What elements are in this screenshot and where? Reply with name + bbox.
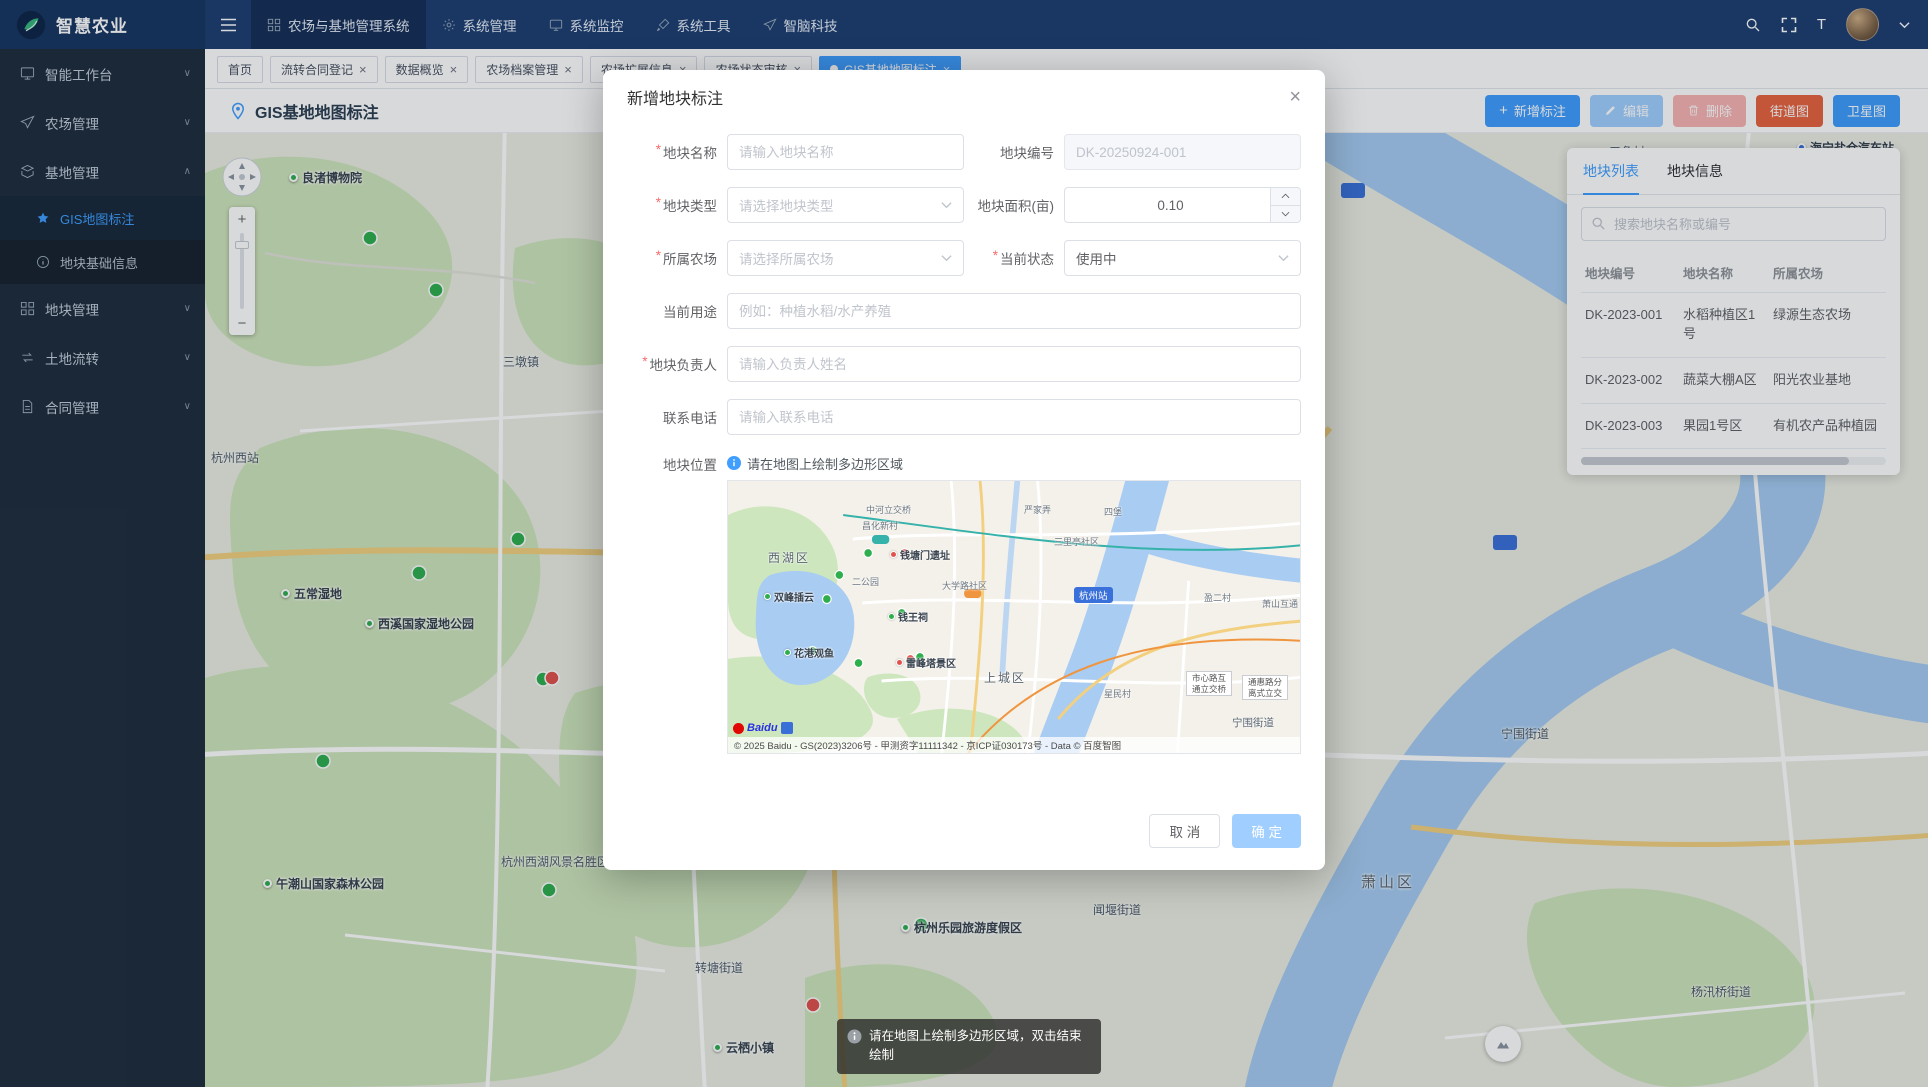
location-hint: 请在地图上绘制多边形区域 bbox=[727, 452, 1301, 474]
status-select[interactable]: 使用中 bbox=[1064, 240, 1301, 276]
location-field: 请在地图上绘制多边形区域 bbox=[727, 452, 1301, 754]
map-label: 大学路社区 bbox=[942, 579, 987, 592]
map-label: 钱王祠 bbox=[888, 609, 928, 624]
info-icon bbox=[847, 1029, 862, 1044]
field-label: 当前用途 bbox=[627, 301, 727, 321]
dialog-close-button[interactable]: × bbox=[1289, 87, 1301, 107]
required-mark: * bbox=[656, 248, 661, 268]
scenic-marker-icon bbox=[896, 659, 903, 666]
app-root: 智慧农业 农场与基地管理系统 系统管理 系统监控 系统工具 bbox=[0, 0, 1928, 1087]
chevron-down-icon bbox=[941, 254, 952, 262]
required-mark: * bbox=[642, 354, 647, 374]
chevron-down-icon bbox=[941, 201, 952, 209]
map-label: 三里亭社区 bbox=[1054, 535, 1099, 548]
dialog-map[interactable]: 西湖区 上城区 杭州站 钱塘门遗址 双峰插云 钱王祠 雷峰塔景区 花港观鱼 二公… bbox=[727, 480, 1301, 754]
field-label: *地块负责人 bbox=[627, 354, 727, 374]
farm-select[interactable]: 请选择所属农场 bbox=[727, 240, 964, 276]
district-label: 西湖区 bbox=[768, 549, 810, 566]
required-mark: * bbox=[656, 195, 661, 215]
map-label: 钱塘门遗址 bbox=[890, 547, 950, 562]
field-label: 联系电话 bbox=[627, 407, 727, 427]
baidu-logo: Baidu bbox=[733, 722, 793, 734]
draw-polygon-toast: 请在地图上绘制多边形区域，双击结束绘制 bbox=[837, 1019, 1101, 1074]
field-label: *当前状态 bbox=[964, 248, 1064, 268]
field-label: *地块名称 bbox=[627, 142, 727, 162]
map-label: 通惠路分离式立交 bbox=[1242, 675, 1288, 700]
zhitu-logo-icon bbox=[781, 722, 793, 734]
park-marker-icon bbox=[784, 649, 791, 656]
dialog-title: 新增地块标注 bbox=[627, 85, 723, 109]
dialog-footer: 取 消 确 定 bbox=[603, 814, 1325, 870]
district-label: 上城区 bbox=[984, 669, 1026, 686]
map-label: 二公园 bbox=[852, 575, 879, 588]
field-label: 地块位置 bbox=[627, 452, 727, 474]
map-label: 花港观鱼 bbox=[784, 645, 834, 660]
map-label: 星民村 bbox=[1104, 687, 1131, 700]
plot-name-input[interactable] bbox=[727, 134, 964, 170]
plot-area-input[interactable] bbox=[1064, 187, 1301, 223]
dialog-body: *地块名称 地块编号 *地块类型 请选择地块类型 地块面积(亩) bbox=[603, 124, 1325, 771]
select-value: 使用中 bbox=[1076, 248, 1117, 268]
map-label: 四堡 bbox=[1104, 505, 1122, 518]
chevron-up-icon bbox=[1281, 193, 1290, 199]
map-label: 萧山互通 bbox=[1262, 597, 1298, 610]
select-placeholder: 请选择所属农场 bbox=[739, 248, 834, 268]
park-marker-icon bbox=[888, 613, 895, 620]
manager-input[interactable] bbox=[727, 346, 1301, 382]
cancel-button[interactable]: 取 消 bbox=[1149, 814, 1220, 848]
required-mark: * bbox=[656, 142, 661, 162]
baidu-paw-icon bbox=[733, 723, 744, 734]
chevron-down-icon bbox=[1281, 211, 1290, 217]
park-marker-icon bbox=[764, 593, 771, 600]
map-label: 盈二村 bbox=[1204, 591, 1231, 604]
station-label: 杭州站 bbox=[1074, 587, 1113, 603]
phone-input[interactable] bbox=[727, 399, 1301, 435]
stepper-controls bbox=[1270, 188, 1300, 222]
map-label: 昌化新村 bbox=[862, 519, 898, 532]
map-label: 严家弄 bbox=[1024, 503, 1051, 516]
baidu-logo-text: Baidu bbox=[747, 722, 778, 734]
scenic-marker-icon bbox=[890, 551, 897, 558]
select-placeholder: 请选择地块类型 bbox=[739, 195, 834, 215]
plot-code-input bbox=[1064, 134, 1301, 170]
plot-area-stepper bbox=[1064, 187, 1301, 223]
dialog-map-canvas bbox=[728, 481, 1300, 753]
map-label: 雷峰塔景区 bbox=[896, 655, 956, 670]
hint-text: 请在地图上绘制多边形区域 bbox=[747, 454, 903, 473]
map-attribution: © 2025 Baidu - GS(2023)3206号 - 甲测资字11111… bbox=[728, 737, 1300, 753]
field-label: *地块类型 bbox=[627, 195, 727, 215]
add-plot-dialog: 新增地块标注 × *地块名称 地块编号 *地块类型 请选择地块类型 bbox=[603, 70, 1325, 870]
dialog-header: 新增地块标注 × bbox=[603, 70, 1325, 124]
usage-input[interactable] bbox=[727, 293, 1301, 329]
increase-button[interactable] bbox=[1271, 188, 1300, 206]
field-label: 地块面积(亩) bbox=[964, 195, 1064, 215]
field-label: *所属农场 bbox=[627, 248, 727, 268]
plot-type-select[interactable]: 请选择地块类型 bbox=[727, 187, 964, 223]
map-label: 双峰插云 bbox=[764, 589, 814, 604]
confirm-button[interactable]: 确 定 bbox=[1232, 814, 1301, 848]
chevron-down-icon bbox=[1278, 254, 1289, 262]
required-mark: * bbox=[993, 248, 998, 268]
map-label: 宁围街道 bbox=[1232, 715, 1274, 730]
decrease-button[interactable] bbox=[1271, 206, 1300, 223]
map-label: 市心路互通立交桥 bbox=[1186, 671, 1232, 696]
map-label: 中河立交桥 bbox=[866, 503, 911, 516]
info-icon bbox=[727, 456, 741, 470]
toast-text: 请在地图上绘制多边形区域，双击结束绘制 bbox=[869, 1027, 1091, 1066]
field-label: 地块编号 bbox=[964, 142, 1064, 162]
